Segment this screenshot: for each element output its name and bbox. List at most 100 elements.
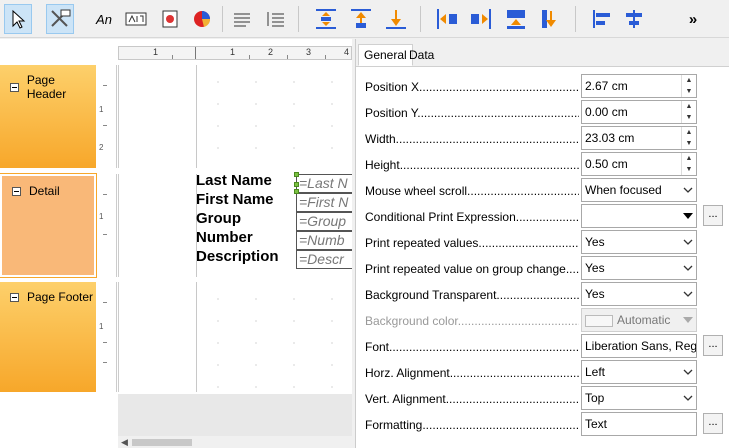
move-right-button[interactable]	[467, 4, 495, 34]
collapse-icon[interactable]	[10, 82, 19, 92]
move-left-icon	[437, 9, 457, 29]
align-center-button[interactable]	[620, 4, 648, 34]
side-ruler-tick	[103, 234, 107, 235]
scroll-left-icon[interactable]: ◀	[121, 437, 128, 448]
spin-down-icon[interactable]: ▼	[682, 86, 696, 97]
dropdown-value: Yes	[585, 235, 605, 249]
dropdown[interactable]: Top	[581, 386, 697, 410]
data-field[interactable]: =Last N	[296, 174, 352, 193]
text-lines-icon	[234, 13, 250, 27]
ruler-minor-tick	[172, 55, 173, 59]
ruler-minor-tick	[249, 55, 250, 59]
dropdown[interactable]: When focused	[581, 178, 697, 202]
collapse-icon[interactable]	[10, 292, 19, 302]
center-vertical-button[interactable]	[312, 4, 340, 34]
band-title: Page Footer	[10, 290, 93, 304]
property-row: Height..................................…	[365, 152, 725, 176]
spin-up-icon[interactable]: ▲	[682, 75, 696, 86]
scroll-thumb[interactable]	[132, 439, 192, 446]
align-top-button[interactable]	[347, 4, 375, 34]
horizontal-scrollbar[interactable]: ◀	[118, 436, 352, 448]
chevron-down-icon[interactable]	[679, 179, 696, 201]
spin-up-icon[interactable]: ▲	[682, 101, 696, 112]
spin-buttons[interactable]: ▲ ▼	[681, 153, 696, 175]
ellipsis-button[interactable]: ...	[703, 205, 723, 226]
data-field[interactable]: =Numb	[296, 231, 352, 250]
spin-up-icon[interactable]: ▲	[682, 153, 696, 164]
page-header-canvas[interactable]	[118, 65, 353, 168]
dropdown[interactable]: Yes	[581, 230, 697, 254]
spin-value: 0.50 cm	[585, 157, 628, 171]
property-row: Mouse wheel scroll......................…	[365, 178, 725, 202]
detail-label[interactable]: Group	[196, 209, 241, 228]
chevron-down-icon[interactable]	[679, 257, 696, 279]
text-input[interactable]: Liberation Sans, Regu	[581, 334, 697, 358]
detail-label[interactable]: Number	[196, 228, 253, 247]
resize-handle[interactable]	[294, 172, 299, 177]
spin-input[interactable]: 2.67 cm ▲ ▼	[581, 74, 697, 98]
spin-down-icon[interactable]: ▼	[682, 112, 696, 123]
spin-down-icon[interactable]: ▼	[682, 138, 696, 149]
ruler-minor-tick	[325, 55, 326, 59]
spin-input[interactable]: 23.03 cm ▲ ▼	[581, 126, 697, 150]
align-bottom-icon	[386, 10, 406, 29]
dropdown[interactable]: Yes	[581, 256, 697, 280]
detail-canvas[interactable]: Last Name First Name Group Number Descri…	[118, 171, 352, 277]
band-page-footer[interactable]: Page Footer	[0, 282, 96, 392]
spin-up-icon[interactable]: ▲	[682, 127, 696, 138]
columns-button[interactable]	[262, 4, 290, 34]
move-left-button[interactable]	[433, 4, 461, 34]
dropdown[interactable]: Yes	[581, 282, 697, 306]
band-detail[interactable]: Detail	[0, 173, 97, 278]
dropdown[interactable]	[581, 204, 697, 228]
collapse-icon[interactable]	[12, 186, 21, 196]
align-text-button[interactable]	[228, 4, 256, 34]
tab-data[interactable]: Data	[404, 45, 439, 67]
move-down-button[interactable]	[537, 4, 565, 34]
design-area[interactable]: 1 1 2 3 4 Page Header 1 2 Detail 1 Last …	[0, 39, 353, 448]
text-input[interactable]: Text	[581, 412, 697, 436]
color-picker[interactable]: Automatic	[581, 308, 697, 332]
band-page-header[interactable]: Page Header	[0, 65, 96, 168]
detail-label[interactable]: Last Name	[196, 171, 272, 190]
spin-input[interactable]: 0.50 cm ▲ ▼	[581, 152, 697, 176]
image-tool-button[interactable]	[156, 4, 184, 34]
ellipsis-button[interactable]: ...	[703, 413, 723, 434]
property-label: Horz. Alignment.........................…	[365, 366, 579, 380]
chevron-down-icon[interactable]	[679, 205, 696, 227]
align-left-button[interactable]	[588, 4, 616, 34]
dropdown[interactable]: Left	[581, 360, 697, 384]
spin-input[interactable]: 0.00 cm ▲ ▼	[581, 100, 697, 124]
ellipsis-button[interactable]: ...	[703, 335, 723, 356]
align-bottom-button[interactable]	[382, 4, 410, 34]
more-tools-button[interactable]: »	[679, 4, 707, 34]
data-field[interactable]: =Descr	[296, 250, 352, 269]
resize-handle[interactable]	[294, 182, 299, 187]
spin-down-icon[interactable]: ▼	[682, 164, 696, 175]
detail-label[interactable]: Description	[196, 247, 279, 266]
spin-buttons[interactable]: ▲ ▼	[681, 127, 696, 149]
data-field[interactable]: =First N	[296, 193, 352, 212]
field-tool-button[interactable]	[122, 4, 150, 34]
side-ruler-tick	[103, 342, 107, 343]
spin-buttons[interactable]: ▲ ▼	[681, 101, 696, 123]
pointer-tool-button[interactable]	[4, 4, 32, 34]
chevron-down-icon[interactable]	[679, 283, 696, 305]
detail-label[interactable]: First Name	[196, 190, 274, 209]
resize-handle[interactable]	[294, 189, 299, 194]
label-tool-button[interactable]: An	[90, 4, 118, 34]
chevron-down-icon[interactable]	[679, 231, 696, 253]
move-up-button[interactable]	[502, 4, 530, 34]
page-footer-canvas[interactable]	[118, 282, 353, 392]
property-label: Font....................................…	[365, 340, 579, 354]
chevron-down-icon[interactable]	[679, 309, 696, 331]
tools-button[interactable]	[46, 4, 74, 34]
spin-buttons[interactable]: ▲ ▼	[681, 75, 696, 97]
chart-tool-button[interactable]	[188, 4, 216, 34]
image-icon	[162, 10, 178, 28]
chevron-down-icon[interactable]	[679, 361, 696, 383]
chevron-down-icon[interactable]	[679, 387, 696, 409]
property-label: Position Y..............................…	[365, 106, 579, 120]
data-field[interactable]: =Group	[296, 212, 352, 231]
toolbar-separator	[298, 6, 299, 32]
